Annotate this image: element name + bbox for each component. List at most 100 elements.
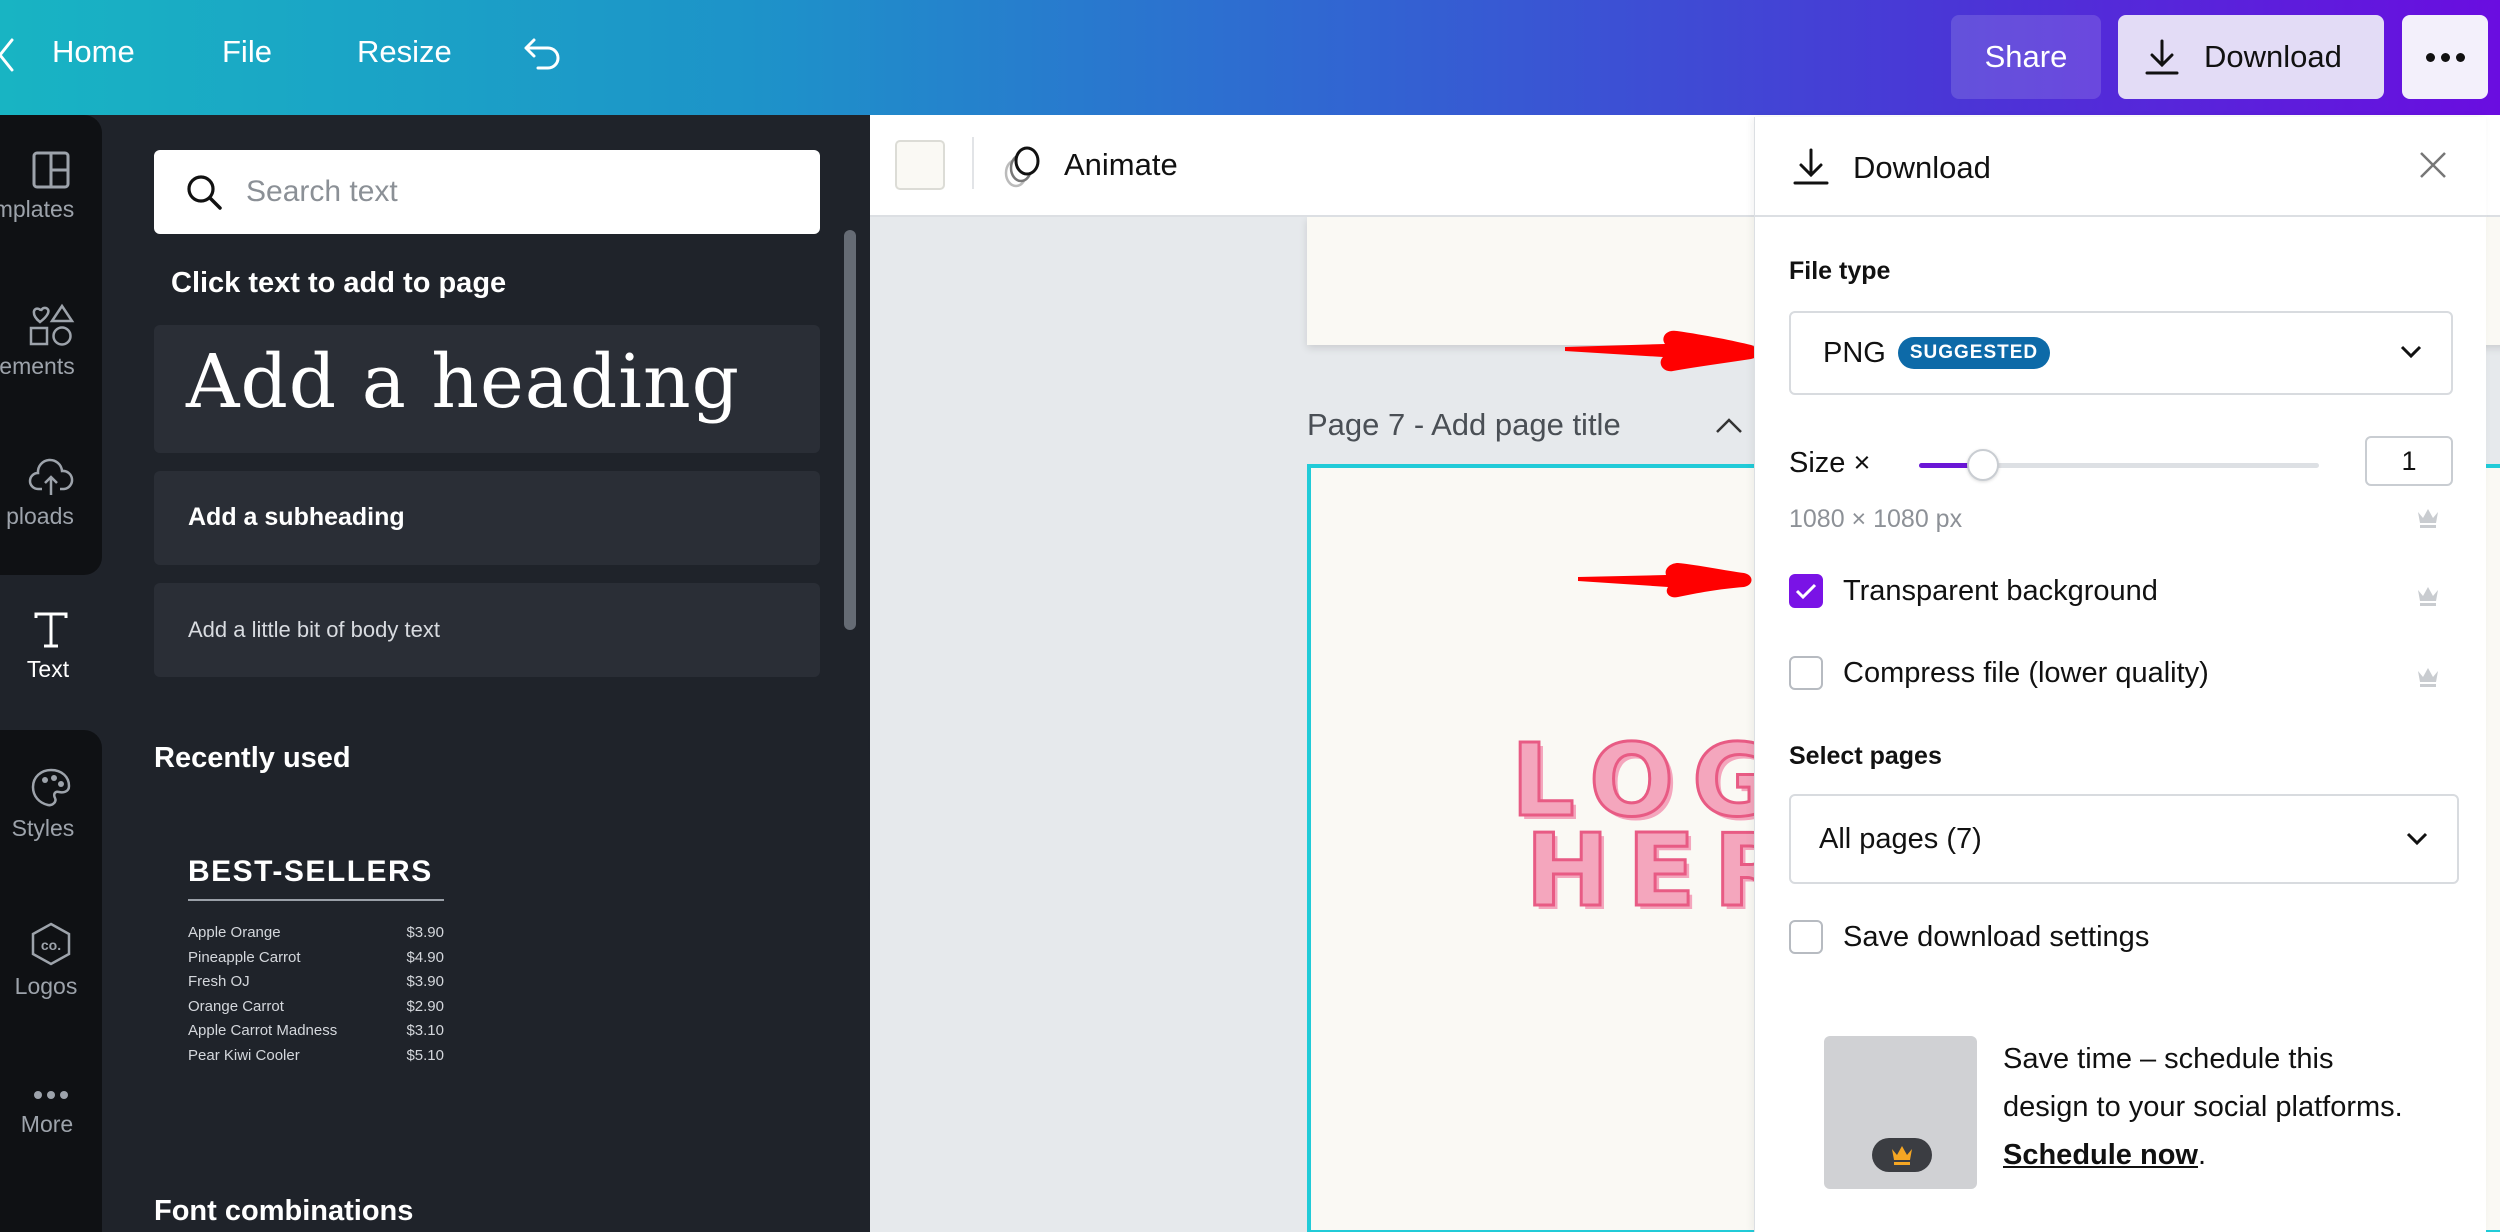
panel-scrollbar[interactable] xyxy=(844,230,856,630)
select-pages-dropdown[interactable]: All pages (7) xyxy=(1789,794,2459,884)
save-download-settings-option[interactable]: Save download settings xyxy=(1789,920,2149,954)
animate-icon xyxy=(1004,146,1040,188)
search-box[interactable] xyxy=(154,150,820,234)
item-name: Apple Orange xyxy=(188,924,281,941)
rail-item-styles[interactable]: Styles xyxy=(0,767,102,842)
promo-message: Save time – schedule this design to your… xyxy=(2003,1043,2403,1123)
side-rail: mplates ements ploads Text Styles co. Lo… xyxy=(0,115,102,1232)
item-name: Fresh OJ xyxy=(188,973,250,990)
recently-used-heading: Recently used xyxy=(154,742,351,774)
add-heading-label: Add a heading xyxy=(186,339,740,425)
add-subheading-card[interactable]: Add a subheading xyxy=(154,471,820,565)
rail-label: ploads xyxy=(6,503,74,529)
animate-label: Animate xyxy=(1064,147,1178,182)
list-item: Apple Carrot Madness $3.10 xyxy=(188,1019,444,1044)
rail-item-uploads[interactable]: ploads xyxy=(0,457,102,530)
file-menu-button[interactable]: File xyxy=(222,34,272,70)
item-name: Pear Kiwi Cooler xyxy=(188,1046,300,1064)
list-item: Orange Carrot $2.90 xyxy=(188,995,444,1020)
add-heading-card[interactable]: Add a heading xyxy=(154,325,820,453)
close-icon[interactable] xyxy=(2418,150,2448,180)
svg-text:co.: co. xyxy=(41,937,61,953)
add-subheading-label: Add a subheading xyxy=(188,503,405,531)
item-price: $3.90 xyxy=(406,924,444,941)
list-item: Pineapple Carrot $4.90 xyxy=(188,946,444,971)
more-dot xyxy=(2440,52,2450,62)
download-icon xyxy=(1793,148,1829,185)
more-options-button[interactable] xyxy=(2402,15,2488,99)
annotation-arrow-icon xyxy=(1578,563,1752,598)
rail-item-templates[interactable]: mplates xyxy=(0,150,102,223)
save-download-settings-label: Save download settings xyxy=(1843,920,2150,953)
size-slider-thumb[interactable] xyxy=(1967,449,1999,481)
rail-item-more[interactable]: More xyxy=(0,1085,102,1138)
size-label: Size × xyxy=(1789,447,1871,479)
file-type-label: File type xyxy=(1789,257,1891,285)
file-type-value: PNG xyxy=(1823,336,1886,369)
templates-icon xyxy=(32,151,70,189)
schedule-promo-text: Save time – schedule this design to your… xyxy=(2003,1035,2423,1179)
rail-item-logos[interactable]: co. Logos xyxy=(0,921,102,1000)
rail-label: Styles xyxy=(11,815,75,841)
download-icon xyxy=(2145,39,2179,75)
back-chevron-icon[interactable] xyxy=(0,38,18,72)
home-button[interactable]: Home xyxy=(52,34,135,70)
download-button[interactable]: Download xyxy=(2118,15,2384,99)
text-icon xyxy=(34,612,68,648)
dimensions-readout: 1080 × 1080 px xyxy=(1789,505,1963,533)
upload-cloud-icon xyxy=(28,458,74,495)
rail-label: Logos xyxy=(14,973,78,999)
size-slider[interactable] xyxy=(1919,449,2319,481)
palette-icon xyxy=(31,768,71,807)
crown-icon xyxy=(2418,587,2438,606)
promo-suffix: . xyxy=(2197,1139,2207,1171)
rail-label: mplates xyxy=(0,196,75,222)
share-button[interactable]: Share xyxy=(1951,15,2101,99)
crown-icon xyxy=(2418,509,2438,528)
resize-button[interactable]: Resize xyxy=(357,34,452,70)
divider xyxy=(188,899,444,901)
file-type-select[interactable]: PNG SUGGESTED xyxy=(1789,311,2453,395)
add-body-text-card[interactable]: Add a little bit of body text xyxy=(154,583,820,677)
chevron-down-icon xyxy=(2400,345,2422,359)
share-label: Share xyxy=(1984,39,2068,74)
compress-file-checkbox[interactable] xyxy=(1789,656,1823,690)
add-body-text-label: Add a little bit of body text xyxy=(188,617,440,642)
more-horizontal-icon xyxy=(2425,52,2435,62)
item-price: $4.90 xyxy=(406,948,444,966)
select-pages-label: Select pages xyxy=(1789,742,1942,770)
recent-template-best-sellers[interactable]: BEST-SELLERS Apple Orange $3.90 Pineapple… xyxy=(188,855,444,1068)
top-bar: Home File Resize Share Download xyxy=(0,0,2500,115)
background-color-swatch[interactable] xyxy=(895,140,945,190)
more-icon xyxy=(34,1091,68,1099)
rail-item-text[interactable]: Text xyxy=(0,610,102,683)
schedule-now-link[interactable]: Schedule now xyxy=(2003,1139,2198,1171)
chevron-up-icon[interactable] xyxy=(1714,415,1744,435)
animate-button[interactable]: Animate xyxy=(1000,135,1178,195)
pro-badge xyxy=(1872,1138,1932,1172)
transparent-background-checkbox[interactable] xyxy=(1789,574,1823,608)
undo-icon[interactable] xyxy=(522,36,562,72)
compress-file-option[interactable]: Compress file (lower quality) xyxy=(1789,656,2209,690)
size-input[interactable] xyxy=(2365,436,2453,486)
crown-icon xyxy=(2418,668,2438,687)
rail-label: Text xyxy=(26,656,70,682)
font-combinations-heading: Font combinations xyxy=(154,1195,414,1227)
chevron-down-icon xyxy=(2406,832,2428,846)
item-name: Pineapple Carrot xyxy=(188,948,301,966)
rail-label: ements xyxy=(0,353,75,379)
rail-label: More xyxy=(20,1111,74,1137)
size-row: Size × xyxy=(1789,435,2453,495)
transparent-background-option[interactable]: Transparent background xyxy=(1789,574,2158,608)
toolbar-divider xyxy=(972,137,974,189)
item-price: $2.90 xyxy=(406,997,444,1015)
item-name: Apple Carrot Madness xyxy=(188,1022,338,1039)
schedule-promo-thumbnail xyxy=(1824,1036,1977,1189)
item-name: Orange Carrot xyxy=(188,997,284,1015)
rail-item-elements[interactable]: ements xyxy=(0,303,102,380)
save-download-settings-checkbox[interactable] xyxy=(1789,920,1823,954)
transparent-background-label: Transparent background xyxy=(1843,574,2158,607)
page-title[interactable]: Page 7 - Add page title xyxy=(1307,407,1621,443)
search-input[interactable] xyxy=(246,175,766,209)
search-icon xyxy=(187,175,222,210)
